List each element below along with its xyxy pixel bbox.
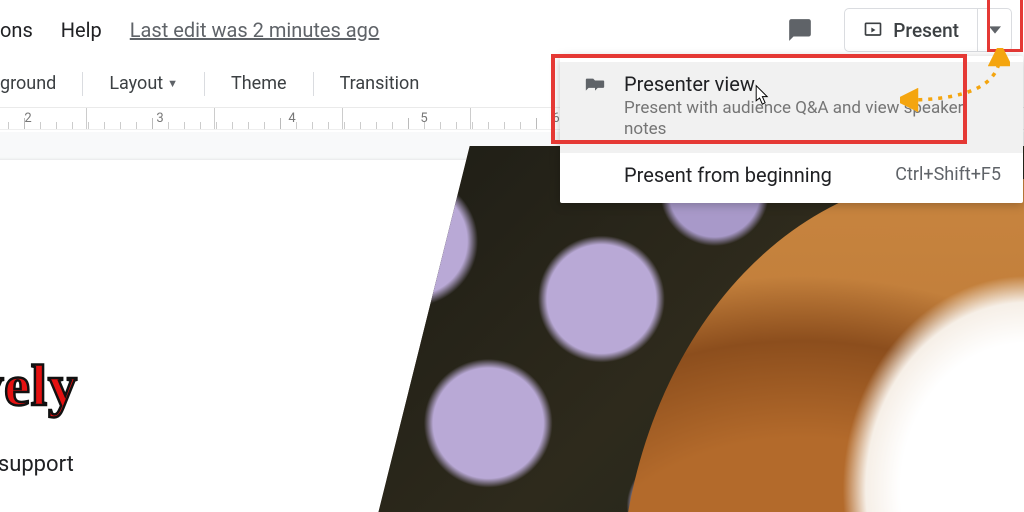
- slide[interactable]: s are lovely your support: [0, 160, 1024, 512]
- toolbar-divider: [313, 72, 314, 96]
- menu-item-title: Present from beginning: [624, 163, 879, 187]
- tool-layout[interactable]: Layout ▼: [109, 73, 178, 94]
- ruler-label: 6: [552, 111, 559, 126]
- toolbar-divider: [82, 72, 83, 96]
- ruler-label: 3: [156, 111, 163, 126]
- menu-item-present-from-beginning[interactable]: Present from beginning Ctrl+Shift+F5: [560, 153, 1023, 199]
- ruler-label: 2: [24, 111, 31, 126]
- tool-transition[interactable]: Transition: [340, 73, 420, 94]
- present-button-label: Present: [893, 19, 959, 42]
- present-icon: [863, 20, 883, 40]
- menu-help[interactable]: Help: [49, 10, 114, 50]
- menu-item-presenter-view[interactable]: Presenter view Present with audience Q&A…: [560, 62, 1023, 153]
- tool-layout-label: Layout: [109, 73, 163, 94]
- menu-item-description: Present with audience Q&A and view speak…: [624, 98, 1001, 141]
- chevron-down-icon: [989, 24, 1001, 36]
- present-button-group: Present: [844, 8, 1012, 52]
- present-dropdown-caret[interactable]: [978, 8, 1012, 52]
- last-edit-link[interactable]: Last edit was 2 minutes ago: [130, 18, 380, 42]
- menu-addons[interactable]: ons: [0, 10, 45, 50]
- menu-item-title: Presenter view: [624, 72, 1001, 96]
- tool-theme[interactable]: Theme: [231, 73, 287, 94]
- presenter-view-icon: [582, 72, 608, 97]
- chevron-down-icon: ▼: [167, 77, 178, 90]
- menu-item-shortcut: Ctrl+Shift+F5: [895, 164, 1001, 185]
- comments-icon[interactable]: [786, 16, 814, 44]
- slide-title-text[interactable]: s are lovely: [0, 352, 78, 419]
- ruler-label: 4: [288, 111, 295, 126]
- slide-subtitle-text[interactable]: your support: [0, 452, 74, 477]
- toolbar-divider: [204, 72, 205, 96]
- tool-background[interactable]: ground: [0, 73, 56, 94]
- present-dropdown-menu: Presenter view Present with audience Q&A…: [560, 56, 1023, 203]
- present-button[interactable]: Present: [844, 8, 978, 52]
- blank-icon-slot: [582, 163, 608, 166]
